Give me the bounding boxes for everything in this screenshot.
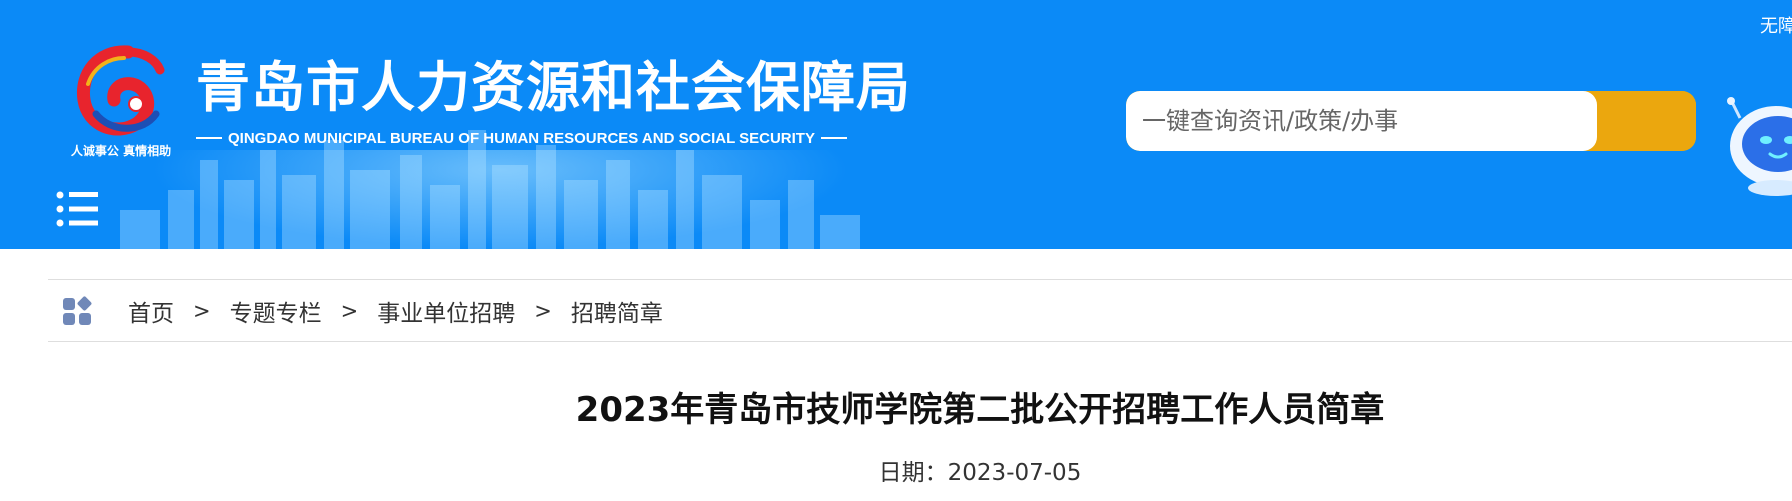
breadcrumb-recruitment-brochure[interactable]: 招聘简章 (571, 294, 663, 328)
breadcrumb-separator: > (193, 298, 211, 323)
grid-apps-icon (63, 296, 92, 325)
light-glow-decoration (150, 150, 850, 249)
breadcrumb-separator: > (340, 298, 359, 323)
logo-slogan: 人诚事公 真情相助 (70, 144, 172, 158)
breadcrumb-trail: 首页 > 专题专栏 > 事业单位招聘 > 招聘简章 (128, 294, 663, 328)
breadcrumb-separator: > (534, 298, 552, 323)
subtitle-rule-left (196, 137, 222, 139)
logo-emblem-icon (76, 45, 165, 136)
breadcrumb: 首页 > 专题专栏 > 事业单位招聘 > 招聘简章 (48, 279, 1792, 342)
breadcrumb-home[interactable]: 首页 (128, 294, 174, 328)
site-header: 人诚事公 真情相助 青岛市人力资源和社会保障局 QINGDAO MUNICIPA… (0, 0, 1792, 249)
site-logo[interactable]: 人诚事公 真情相助 (58, 44, 184, 164)
article-title: 2023年青岛市技师学院第二批公开招聘工作人员简章 (575, 390, 1385, 430)
search-box (1126, 91, 1696, 151)
site-subtitle: QINGDAO MUNICIPAL BUREAU OF HUMAN RESOUR… (196, 128, 847, 148)
article-date: 日期：2023-07-05 (878, 460, 1082, 486)
search-button[interactable] (1597, 91, 1696, 151)
robot-assistant-icon[interactable] (1718, 96, 1792, 196)
subtitle-rule-right (820, 137, 847, 139)
site-title: 青岛市人力资源和社会保障局 (196, 56, 911, 119)
accessibility-link[interactable]: 无障 (1760, 12, 1792, 38)
breadcrumb-institution-recruitment[interactable]: 事业单位招聘 (377, 294, 515, 328)
menu-icon[interactable] (56, 190, 100, 228)
breadcrumb-special-topics[interactable]: 专题专栏 (230, 294, 322, 328)
site-subtitle-text: QINGDAO MUNICIPAL BUREAU OF HUMAN RESOUR… (228, 129, 815, 147)
search-input[interactable] (1126, 91, 1597, 151)
